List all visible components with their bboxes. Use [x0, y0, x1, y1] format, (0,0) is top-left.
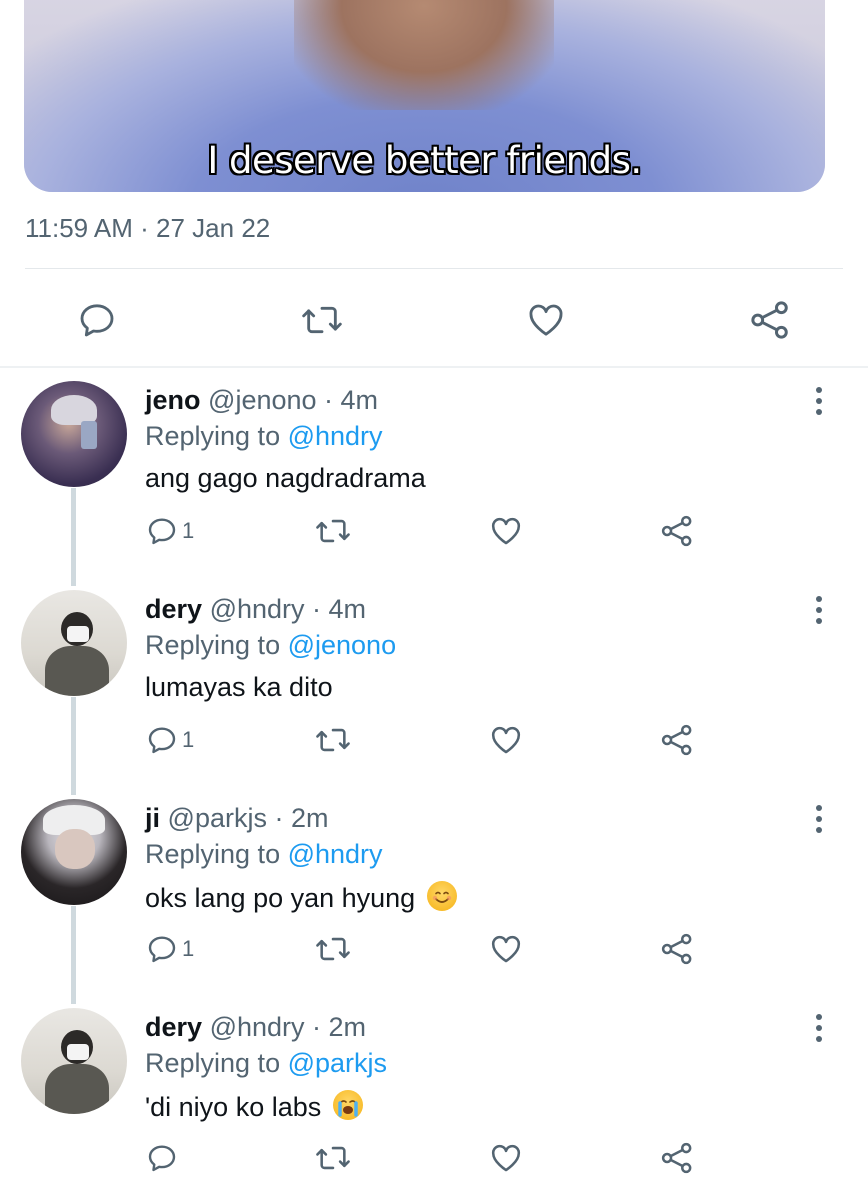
more-options-icon[interactable] [814, 805, 824, 835]
avatar[interactable] [21, 1008, 127, 1114]
retweet-icon[interactable] [314, 509, 352, 553]
like-icon[interactable] [516, 290, 576, 350]
reply-icon[interactable] [67, 290, 127, 350]
more-options-icon[interactable] [814, 1014, 824, 1044]
reply-action-bar: 1 [0, 927, 868, 971]
avatar[interactable] [21, 590, 127, 696]
reply-action-bar [0, 1136, 868, 1180]
tweet-action-bar [0, 290, 868, 350]
loudly-crying-face-emoji [332, 1090, 363, 1120]
retweet-icon[interactable] [292, 290, 352, 350]
share-icon[interactable] [740, 290, 800, 350]
reply-button[interactable]: 1 [146, 509, 194, 553]
handle-and-time[interactable]: @parkjs · 2m [168, 803, 329, 833]
reply-count: 1 [182, 936, 195, 961]
retweet-icon[interactable] [314, 1136, 352, 1180]
reply-header: dery @hndry · 2m [145, 1012, 366, 1043]
more-options-icon[interactable] [814, 596, 824, 626]
reply-count: 1 [182, 727, 195, 752]
reply-button[interactable]: 1 [146, 718, 194, 762]
reply-icon [148, 518, 176, 545]
retweet-icon[interactable] [314, 718, 352, 762]
media-neck [294, 0, 554, 110]
avatar[interactable] [21, 799, 127, 905]
handle-and-time[interactable]: @hndry · 4m [210, 594, 366, 624]
replying-to-label: Replying to [145, 839, 288, 869]
replying-to: Replying to @hndry [145, 421, 383, 452]
reply-text-content: ang gago nagdradrama [145, 463, 426, 493]
more-options-icon[interactable] [814, 387, 824, 417]
avatar[interactable] [21, 381, 127, 487]
display-name[interactable]: jeno [145, 385, 201, 415]
display-name[interactable]: dery [145, 1012, 202, 1042]
reply-action-bar: 1 [0, 509, 868, 553]
reply-icon [148, 936, 176, 963]
reply-text: oks lang po yan hyung [145, 881, 457, 914]
reply-action-bar: 1 [0, 718, 868, 762]
reply-header: jeno @jenono · 4m [145, 385, 378, 416]
like-icon[interactable] [489, 1136, 523, 1180]
media-caption: I deserve better friends. [207, 139, 642, 182]
like-icon[interactable] [489, 718, 523, 762]
retweet-icon[interactable] [314, 927, 352, 971]
reply-tweet[interactable]: dery @hndry · 4m Replying to @jenono lum… [0, 590, 868, 800]
share-icon[interactable] [660, 509, 694, 553]
share-icon[interactable] [660, 718, 694, 762]
reply-tweet[interactable]: jeno @jenono · 4m Replying to @hndry ang… [0, 381, 868, 591]
share-icon[interactable] [660, 927, 694, 971]
reply-icon [148, 1145, 176, 1172]
handle-and-time[interactable]: @jenono · 4m [208, 385, 378, 415]
display-name[interactable]: dery [145, 594, 202, 624]
tweet-media-image[interactable]: I deserve better friends. [24, 0, 825, 192]
reply-button[interactable]: 1 [146, 927, 194, 971]
display-name[interactable]: ji [145, 803, 160, 833]
like-icon[interactable] [489, 509, 523, 553]
mention-link[interactable]: @hndry [288, 839, 383, 869]
replying-to: Replying to @jenono [145, 630, 396, 661]
replying-to-label: Replying to [145, 421, 288, 451]
reply-count: 1 [182, 518, 195, 543]
replying-to-label: Replying to [145, 1048, 288, 1078]
replying-to-label: Replying to [145, 630, 288, 660]
reply-text-content: lumayas ka dito [145, 672, 333, 702]
reply-text: lumayas ka dito [145, 672, 333, 703]
like-icon[interactable] [489, 927, 523, 971]
reply-button[interactable] [146, 1136, 182, 1180]
reply-header: ji @parkjs · 2m [145, 803, 328, 834]
reply-text-content: 'di niyo ko labs [145, 1092, 322, 1122]
reply-text: 'di niyo ko labs [145, 1090, 363, 1123]
share-icon[interactable] [660, 1136, 694, 1180]
mention-link[interactable]: @parkjs [288, 1048, 387, 1078]
reply-text-content: oks lang po yan hyung [145, 883, 416, 913]
mention-link[interactable]: @hndry [288, 421, 383, 451]
reply-text: ang gago nagdradrama [145, 463, 426, 494]
divider [25, 268, 843, 269]
reply-tweet[interactable]: ji @parkjs · 2m Replying to @hndry oks l… [0, 799, 868, 1009]
tweet-timestamp[interactable]: 11:59 AM · 27 Jan 22 [25, 213, 270, 244]
reply-tweet[interactable]: dery @hndry · 2m Replying to @parkjs 'di… [0, 1008, 868, 1200]
handle-and-time[interactable]: @hndry · 2m [210, 1012, 366, 1042]
mention-link[interactable]: @jenono [288, 630, 397, 660]
section-separator [0, 366, 868, 368]
replying-to: Replying to @hndry [145, 839, 383, 870]
replying-to: Replying to @parkjs [145, 1048, 387, 1079]
reply-header: dery @hndry · 4m [145, 594, 366, 625]
reply-icon [148, 727, 176, 754]
smiling-face-emoji [426, 881, 457, 911]
